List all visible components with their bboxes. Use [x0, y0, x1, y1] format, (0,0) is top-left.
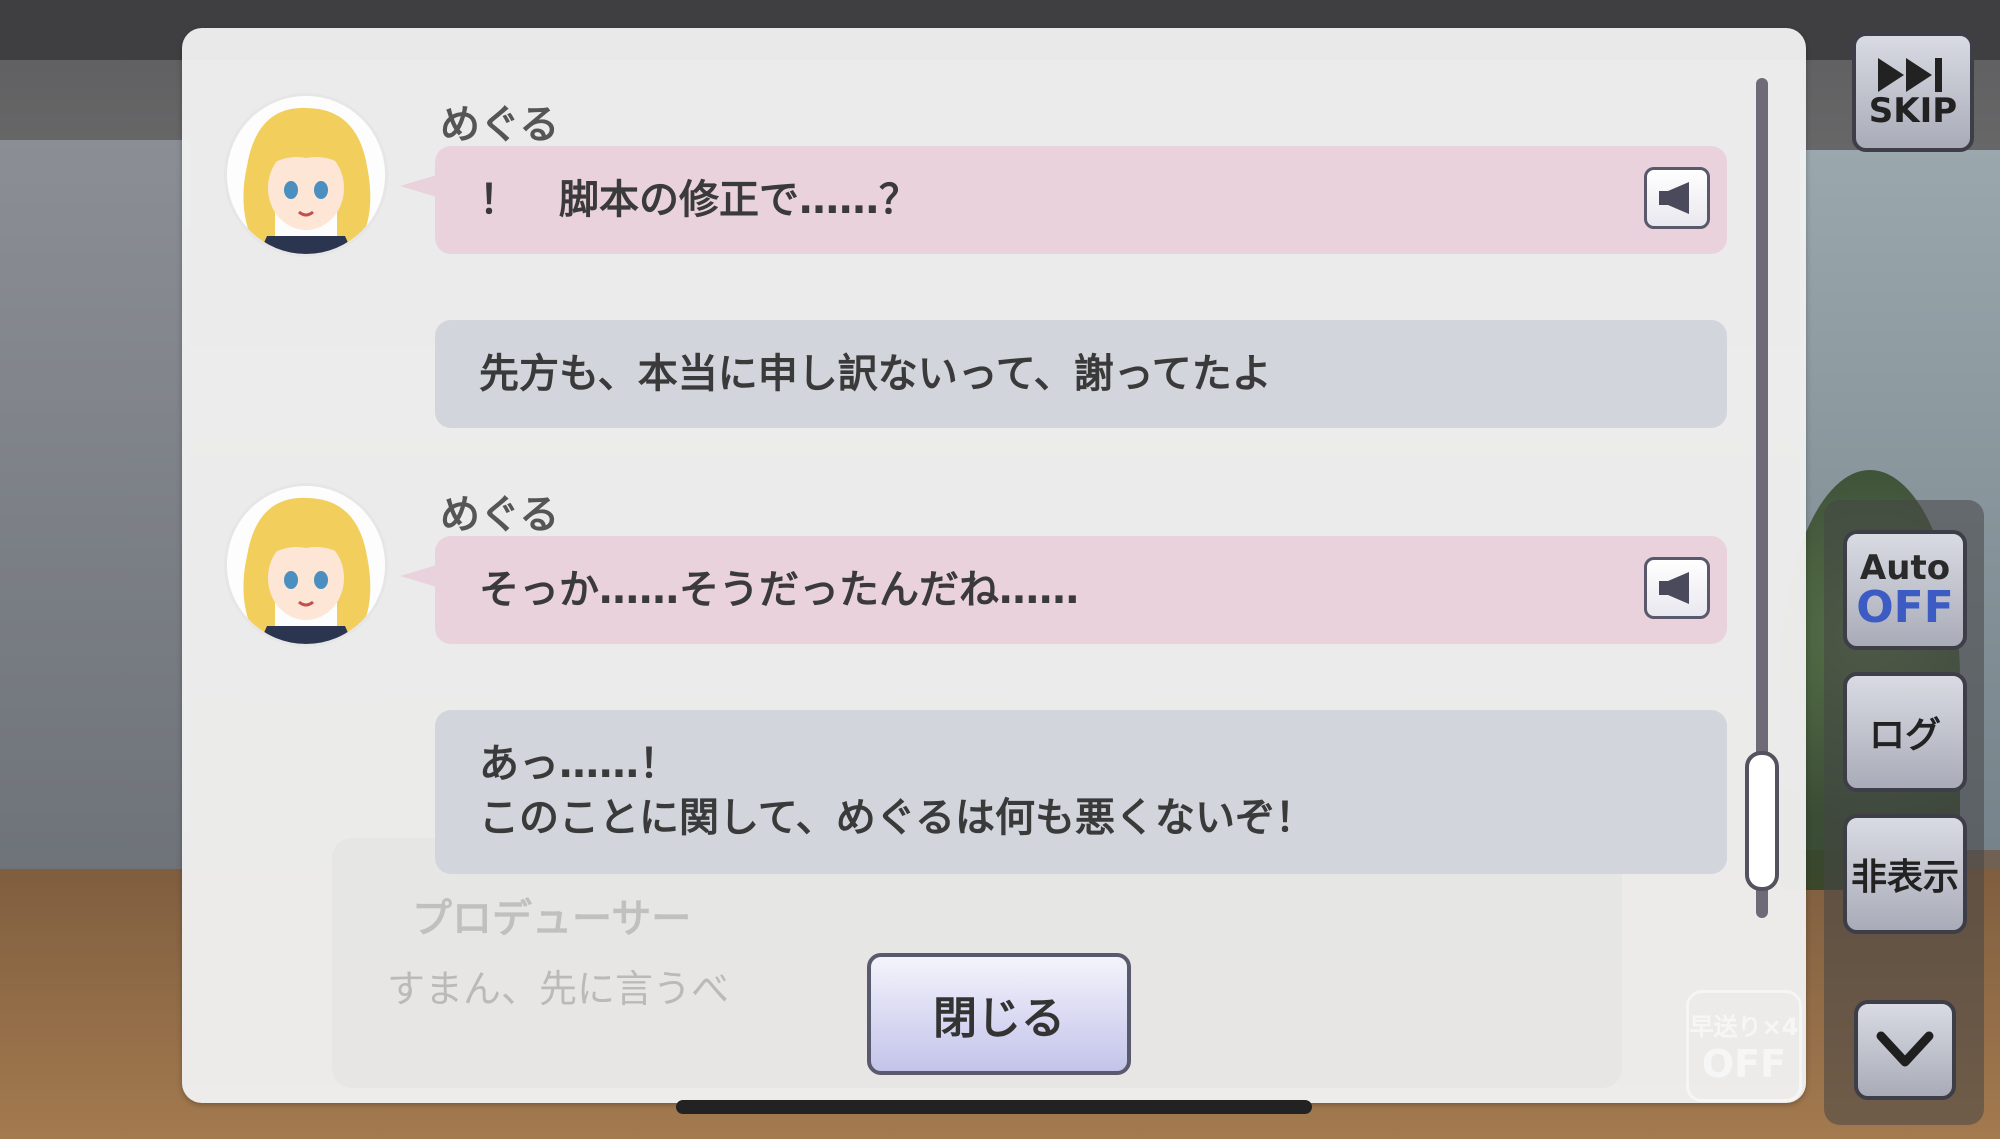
speaker-name: めぐる [440, 102, 560, 148]
fast-forward-label: 早送り×4 [1689, 1012, 1799, 1041]
avatar-megururu-icon [227, 96, 385, 254]
log-message-text: 先方も、本当に申し訳ないって、謝ってたよ [479, 351, 1272, 397]
speaker-name: めぐる [440, 492, 560, 538]
log-message: あっ……！ このことに関して、めぐるは何も悪くないぞ！ [435, 710, 1727, 874]
log-message-text: ！ 脚本の修正で……？ [479, 177, 919, 223]
hide-button[interactable]: 非表示 [1843, 814, 1967, 934]
close-button-label: 閉じる [933, 993, 1065, 1044]
fast-forward-state: OFF [1701, 1041, 1787, 1086]
log-message-text: そっか……そうだったんだね…… [479, 567, 1079, 613]
chevron-down-icon [1876, 1031, 1934, 1067]
background-dialog-speaker: プロデューサー [412, 896, 692, 942]
collapse-menu-button[interactable] [1854, 1000, 1956, 1100]
speaker-icon [1659, 182, 1689, 214]
speaker-avatar [227, 96, 385, 254]
log-message-text-line1: あっ……！ [479, 741, 679, 787]
speaker-avatar [227, 486, 385, 644]
skip-button[interactable]: SKIP [1852, 32, 1974, 152]
log-message: そっか……そうだったんだね…… [435, 536, 1727, 644]
play-voice-button[interactable] [1644, 557, 1710, 619]
background-window-left [0, 140, 190, 900]
auto-toggle-button[interactable]: Auto OFF [1843, 530, 1967, 650]
log-button[interactable]: ログ [1843, 672, 1967, 792]
home-indicator [676, 1100, 1312, 1114]
log-message-text-line2: このことに関して、めぐるは何も悪くないぞ！ [479, 795, 1315, 841]
log-message: ！ 脚本の修正で……？ [435, 146, 1727, 254]
auto-state: OFF [1856, 582, 1954, 633]
bubble-tail [400, 564, 440, 588]
skip-icon [1878, 58, 1942, 92]
auto-label: Auto [1859, 548, 1951, 588]
background-dialog-text: すまん、先に言うべ [387, 967, 730, 1011]
hide-label: 非表示 [1850, 857, 1959, 898]
log-panel: プロデューサー すまん、先に言うべ めぐる ！ 脚本の修正で……？ 先方も、本当… [182, 28, 1806, 1103]
log-message: 先方も、本当に申し訳ないって、謝ってたよ [435, 320, 1727, 428]
bubble-tail [400, 174, 440, 198]
speaker-icon [1659, 572, 1689, 604]
play-voice-button[interactable] [1644, 167, 1710, 229]
fast-forward-button[interactable]: 早送り×4 OFF [1686, 990, 1802, 1102]
close-button[interactable]: 閉じる [867, 953, 1131, 1075]
avatar-megururu-icon [227, 486, 385, 644]
skip-label: SKIP [1868, 91, 1958, 131]
scrollbar-thumb[interactable] [1745, 751, 1779, 891]
log-label: ログ [1868, 715, 1941, 756]
